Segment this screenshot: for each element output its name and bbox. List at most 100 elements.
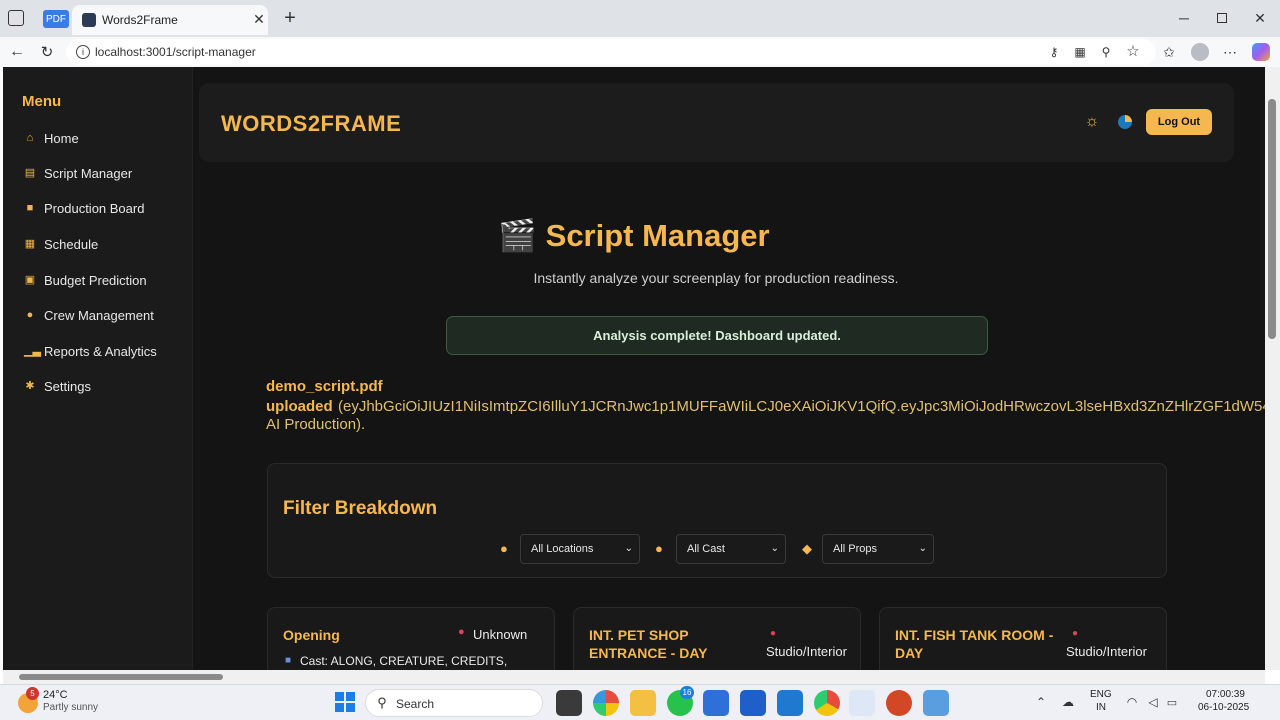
todo-icon[interactable]	[740, 690, 766, 716]
sidebar-item-label: Script Manager	[44, 165, 133, 181]
scene-card[interactable]: Opening ● Unknown ■ Cast: ALONG, CREATUR…	[267, 607, 555, 670]
gear-icon: ✱	[25, 380, 35, 392]
tag-icon: ◆	[802, 541, 812, 556]
scene-card[interactable]: INT. PET SHOP ENTRANCE - DAY ● Studio/Int…	[573, 607, 861, 670]
file-icon: ▤	[24, 167, 36, 179]
battery-icon[interactable]: ▭	[1164, 693, 1180, 711]
new-tab-icon[interactable]: +	[280, 7, 300, 29]
pdf-tab-badge[interactable]: PDF	[43, 10, 69, 28]
map-pin-icon: ●	[1072, 628, 1079, 639]
app-page: Menu ⌂ Home ▤ Script Manager ■ Production B…	[3, 67, 1265, 670]
taskbar-search[interactable]: ⚲ Search	[365, 689, 543, 717]
theme-pie-icon[interactable]	[1118, 115, 1132, 129]
sidebar-item-reports-analytics[interactable]: ▁▃ Reports & Analytics	[24, 341, 157, 361]
scene-title: INT. FISH TANK ROOM - DAY	[895, 627, 1054, 661]
more-menu-icon[interactable]: ⋯	[1221, 42, 1239, 62]
site-info-icon[interactable]: i	[76, 45, 90, 59]
cast-icon: ■	[285, 655, 292, 666]
sidebar: Menu ⌂ Home ▤ Script Manager ■ Production B…	[3, 67, 193, 670]
close-window-icon[interactable]: ✕	[1252, 8, 1268, 28]
file-explorer-icon[interactable]	[630, 690, 656, 716]
whatsapp-badge: 16	[680, 686, 694, 699]
app-header: WORDS2FRAME ☼ Log Out	[199, 83, 1234, 162]
scrollbar-thumb[interactable]	[1268, 99, 1276, 339]
scene-card[interactable]: INT. FISH TANK ROOM - DAY ● Studio/Interi…	[879, 607, 1167, 670]
search-label: Search	[396, 697, 435, 711]
users-icon: ●	[26, 309, 34, 321]
scrollbar-thumb[interactable]	[19, 674, 223, 680]
powerpoint-icon[interactable]	[886, 690, 912, 716]
brand-logo[interactable]: WORDS2FRAME	[221, 111, 401, 137]
sidebar-item-label: Reports & Analytics	[44, 343, 157, 359]
copilot-app-icon[interactable]	[593, 690, 619, 716]
locations-select[interactable]: All Locations ⌄	[520, 534, 640, 564]
vertical-scrollbar[interactable]	[1265, 67, 1280, 670]
azure-data-studio-icon[interactable]	[703, 690, 729, 716]
favorites-icon[interactable]: ✩	[1160, 42, 1178, 62]
windows-start-icon[interactable]	[335, 692, 355, 712]
key-icon[interactable]: ⚷	[1046, 43, 1062, 61]
props-select[interactable]: All Props ⌄	[822, 534, 934, 564]
vscode-icon[interactable]	[777, 690, 803, 716]
volume-icon[interactable]: ◁	[1145, 693, 1161, 711]
cloud-icon[interactable]: ☁	[1060, 693, 1076, 711]
profile-avatar[interactable]	[1191, 43, 1209, 61]
close-tab-icon[interactable]: ✕	[252, 11, 266, 27]
sidebar-item-label: Home	[44, 130, 79, 146]
chart-icon: ▁▃	[24, 345, 41, 357]
url-text: localhost:3001/script-manager	[95, 45, 256, 59]
reload-icon[interactable]: ↻	[38, 42, 56, 62]
favorite-star-icon[interactable]: ☆	[1124, 42, 1142, 60]
scene-location: Studio/Interior	[1066, 644, 1147, 659]
sidebar-item-settings[interactable]: ✱ Settings	[24, 376, 91, 396]
sidebar-item-label: Settings	[44, 378, 91, 394]
sidebar-item-label: Crew Management	[44, 307, 154, 323]
success-alert: Analysis complete! Dashboard updated.	[446, 316, 988, 355]
browser-address-bar: ← ↻ i localhost:3001/script-manager ⚷ ▦ …	[0, 37, 1280, 67]
scene-cast: Cast: ALONG, CREATURE, CREDITS, DIFFEREN…	[300, 654, 508, 668]
scene-title: INT. PET SHOP ENTRANCE - DAY	[589, 627, 708, 661]
language-code[interactable]: ENG	[1090, 689, 1112, 700]
uploaded-file-name: demo_script.pdf	[266, 378, 383, 395]
clapperboard-icon: 🎬	[498, 218, 538, 253]
chevron-down-icon: ⌄	[770, 543, 779, 554]
tab-title: Words2Frame	[102, 13, 178, 27]
sun-icon[interactable]: ☼	[1083, 113, 1101, 131]
apps-icon[interactable]: ▦	[1072, 43, 1088, 61]
snipping-tool-icon[interactable]	[923, 690, 949, 716]
show-hidden-icons-icon[interactable]: ⌃	[1034, 693, 1048, 711]
logout-button[interactable]: Log Out	[1146, 109, 1212, 135]
cast-select[interactable]: All Cast ⌄	[676, 534, 786, 564]
user-icon: ●	[655, 541, 663, 556]
chrome-icon[interactable]	[814, 690, 840, 716]
page-subtitle: Instantly analyze your screenplay for pr…	[533, 270, 899, 286]
zoom-icon[interactable]: ⚲	[1098, 43, 1114, 61]
edge-icon[interactable]	[849, 690, 875, 716]
back-icon[interactable]: ←	[8, 42, 26, 62]
tab-actions-icon[interactable]	[8, 10, 24, 26]
sidebar-item-script-manager[interactable]: ▤ Script Manager	[24, 163, 132, 183]
task-view-icon[interactable]	[556, 690, 582, 716]
language-region[interactable]: IN	[1096, 702, 1106, 713]
wifi-icon[interactable]: ◠	[1124, 693, 1140, 711]
taskbar: 5 24°C Partly sunny ⚲ Search 16 ⌃ ☁ ENG …	[0, 684, 1280, 720]
active-tab[interactable]: Words2Frame ✕	[72, 5, 268, 35]
scene-location: Unknown	[473, 627, 528, 642]
sidebar-item-home[interactable]: ⌂ Home	[24, 128, 79, 148]
clock-date[interactable]: 06-10-2025	[1198, 702, 1249, 713]
upload-token-tail: AI Production).	[266, 416, 366, 433]
clock-time[interactable]: 07:00:39	[1206, 689, 1245, 700]
weather-temp: 24°C	[43, 689, 68, 701]
filter-panel: Filter Breakdown ● All Locations ⌄ ● All …	[267, 463, 1167, 578]
horizontal-scrollbar[interactable]	[3, 670, 1265, 684]
url-field[interactable]: i localhost:3001/script-manager ⚷ ▦ ⚲ ☆	[66, 39, 1156, 65]
maximize-icon[interactable]	[1217, 13, 1227, 23]
sidebar-item-crew-management[interactable]: ● Crew Management	[24, 305, 154, 325]
copilot-icon[interactable]	[1252, 43, 1270, 61]
minimize-icon[interactable]: ─	[1176, 8, 1192, 28]
site-favicon-icon	[82, 13, 96, 27]
sidebar-item-production-board[interactable]: ■ Production Board	[24, 198, 145, 218]
uploaded-label: uploaded	[266, 398, 333, 415]
weather-desc: Partly sunny	[43, 702, 99, 713]
page-title: 🎬 Script Manager	[498, 218, 770, 253]
